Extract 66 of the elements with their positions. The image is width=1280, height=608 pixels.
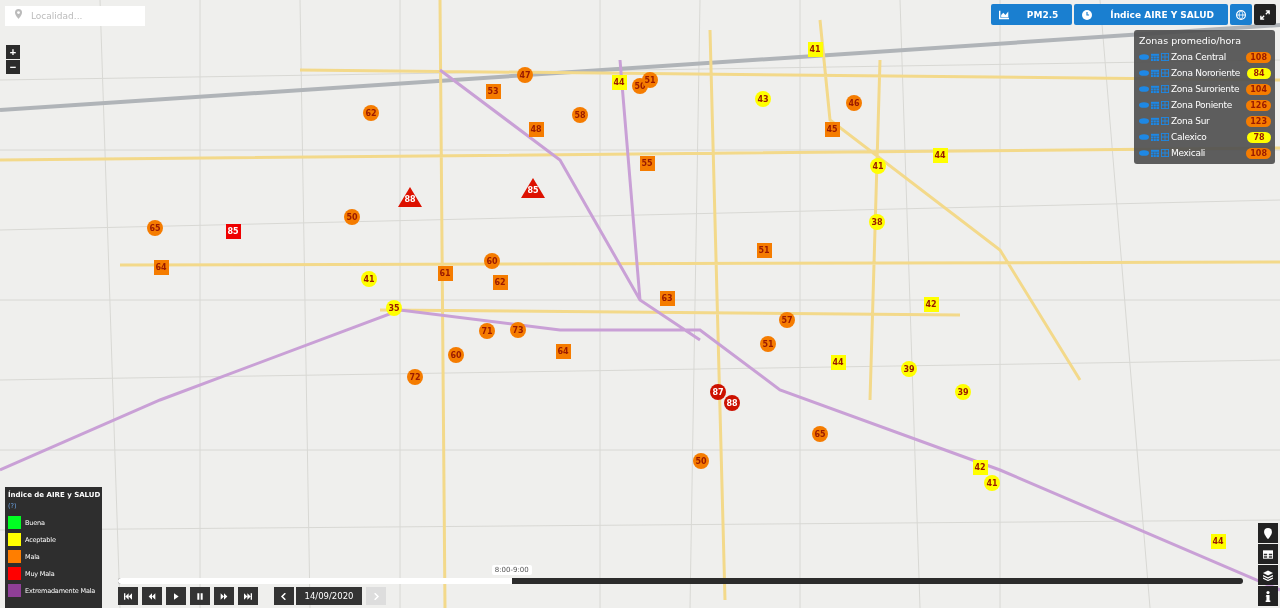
table-icon[interactable] — [1161, 133, 1169, 141]
table-icon[interactable] — [1161, 53, 1169, 61]
zone-name: Mexicali — [1171, 148, 1207, 158]
zone-name: Zona Poniente — [1171, 100, 1233, 110]
calendar-icon[interactable] — [1151, 85, 1159, 93]
pause-icon — [196, 592, 204, 600]
zone-index-badge: 108 — [1246, 51, 1271, 63]
calendar-icon[interactable] — [1151, 117, 1159, 125]
previous-day-button[interactable] — [274, 587, 294, 605]
calendar-icon[interactable] — [1151, 53, 1159, 61]
last-button[interactable] — [238, 587, 258, 605]
layers-button[interactable] — [1258, 565, 1278, 585]
calendar-icon[interactable] — [1151, 101, 1159, 109]
panel-title: Zonas promedio/hora — [1139, 34, 1242, 48]
zone-name: Zona Central — [1171, 52, 1227, 62]
table-button[interactable] — [1258, 544, 1278, 564]
info-icon — [1263, 590, 1273, 602]
date-display: 14/09/2020 — [296, 587, 362, 605]
first-button[interactable] — [118, 587, 138, 605]
rewind-button[interactable] — [142, 587, 162, 605]
search-field[interactable]: Localidad... — [5, 6, 145, 26]
zone-index-badge: 126 — [1246, 99, 1271, 111]
calendar-icon[interactable] — [1151, 69, 1159, 77]
forward-button[interactable] — [214, 587, 234, 605]
table-icon — [1263, 548, 1273, 560]
zone-index-badge: 84 — [1247, 67, 1271, 79]
info-button[interactable] — [1258, 586, 1278, 606]
table-icon[interactable] — [1161, 101, 1169, 109]
calendar-icon[interactable] — [1151, 133, 1159, 141]
first-icon — [124, 592, 132, 600]
map-pin-icon — [1263, 527, 1273, 539]
station-marker[interactable]: 88 — [724, 395, 740, 411]
table-icon[interactable] — [1161, 85, 1169, 93]
last-icon — [244, 592, 252, 600]
calendar-icon[interactable] — [1151, 149, 1159, 157]
play-button[interactable] — [166, 587, 186, 605]
play-icon — [172, 592, 180, 600]
zoom-in-button[interactable]: + — [6, 45, 20, 59]
layers-icon — [1263, 569, 1273, 581]
location-pin-icon — [15, 9, 22, 19]
zone-name: Zona Nororiente — [1171, 68, 1241, 78]
index-button[interactable]: Índice AIRE Y SALUD — [1074, 4, 1228, 25]
location-button[interactable] — [1258, 523, 1278, 543]
zone-index-badge: 108 — [1246, 147, 1271, 159]
fullscreen-button[interactable] — [1254, 4, 1276, 25]
zoom-out-button[interactable]: − — [6, 60, 20, 74]
expand-icon — [1260, 9, 1270, 20]
zone-index-badge: 78 — [1247, 131, 1271, 143]
pollutant-button[interactable]: PM2.5 — [990, 4, 1073, 25]
globe-icon — [1236, 9, 1246, 20]
chevron-right-icon — [372, 592, 380, 600]
chart-icon — [998, 9, 1009, 20]
chevron-left-icon — [280, 592, 288, 600]
pause-button[interactable] — [190, 587, 210, 605]
globe-button[interactable] — [1230, 4, 1252, 25]
rewind-icon — [148, 592, 156, 600]
zone-index-badge: 104 — [1246, 83, 1271, 95]
forward-icon — [220, 592, 228, 600]
table-icon[interactable] — [1161, 117, 1169, 125]
zone-name: Zona Sur — [1171, 116, 1211, 126]
table-icon[interactable] — [1161, 69, 1169, 77]
zone-name: Zona Suroriente — [1171, 84, 1241, 94]
clock-icon — [1082, 9, 1093, 20]
table-icon[interactable] — [1161, 149, 1169, 157]
zone-name: Calexico — [1171, 132, 1208, 142]
zone-index-badge: 123 — [1246, 115, 1271, 127]
